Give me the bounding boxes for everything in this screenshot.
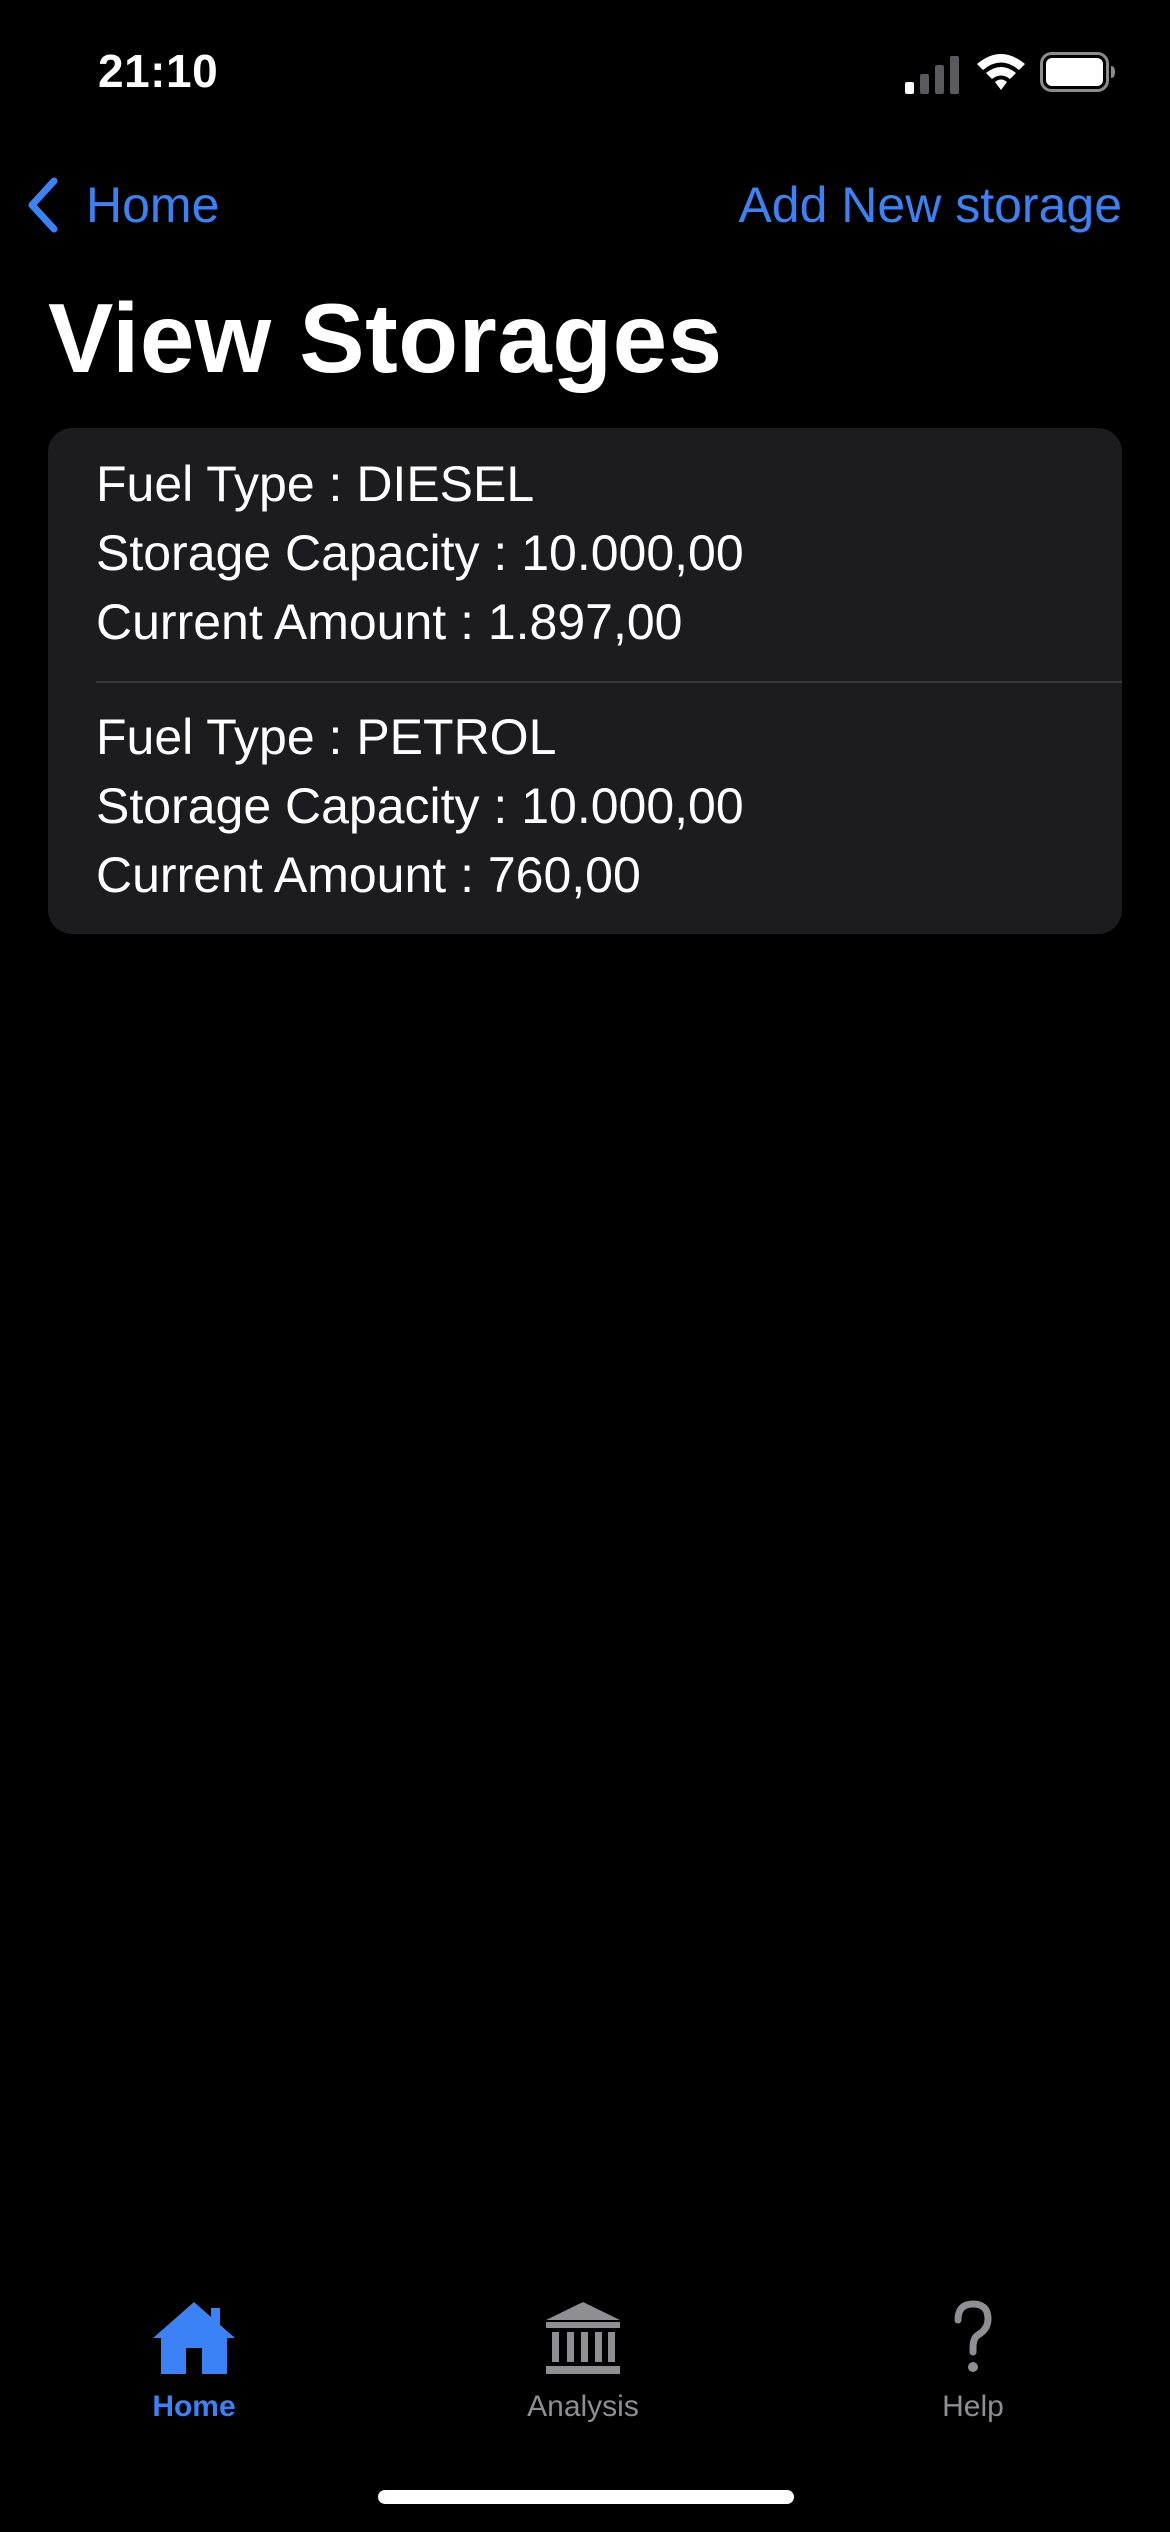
tab-bar: Home Analysis Help — [0, 2290, 1170, 2450]
page-title: View Storages — [48, 283, 723, 393]
wifi-icon — [977, 54, 1025, 90]
storage-capacity-label: Storage Capacity : 10.000,00 — [96, 525, 744, 581]
tab-help-label: Help — [942, 2390, 1004, 2423]
storage-list-item[interactable]: Fuel Type : DIESEL Storage Capacity : 10… — [48, 428, 1122, 681]
storage-capacity-label: Storage Capacity : 10.000,00 — [96, 778, 744, 834]
question-icon — [954, 2300, 992, 2372]
cellular-signal-icon — [905, 56, 959, 94]
tab-analysis-label: Analysis — [527, 2390, 639, 2423]
tab-home[interactable]: Home — [74, 2290, 314, 2440]
add-new-storage-button[interactable]: Add New storage — [738, 170, 1122, 240]
tab-help[interactable]: Help — [853, 2290, 1093, 2440]
bank-icon — [546, 2302, 620, 2374]
fuel-type-label: Fuel Type : DIESEL — [96, 456, 535, 512]
current-amount-label: Current Amount : 1.897,00 — [96, 594, 683, 650]
home-indicator — [378, 2490, 794, 2504]
tab-analysis[interactable]: Analysis — [463, 2290, 703, 2440]
house-icon — [153, 2302, 235, 2374]
status-bar: 21:10 — [0, 0, 1170, 150]
back-button[interactable]: Home — [24, 170, 219, 240]
screen: 21:10 Home Add New storage View Storages… — [0, 0, 1170, 2532]
back-button-label: Home — [86, 177, 220, 233]
tab-home-label: Home — [152, 2390, 236, 2423]
storage-list: Fuel Type : DIESEL Storage Capacity : 10… — [48, 428, 1122, 934]
status-time: 21:10 — [98, 45, 219, 97]
storage-list-item[interactable]: Fuel Type : PETROL Storage Capacity : 10… — [48, 681, 1122, 934]
battery-icon — [1040, 52, 1115, 92]
fuel-type-label: Fuel Type : PETROL — [96, 709, 557, 765]
chevron-left-icon — [28, 177, 58, 233]
current-amount-label: Current Amount : 760,00 — [96, 847, 641, 903]
